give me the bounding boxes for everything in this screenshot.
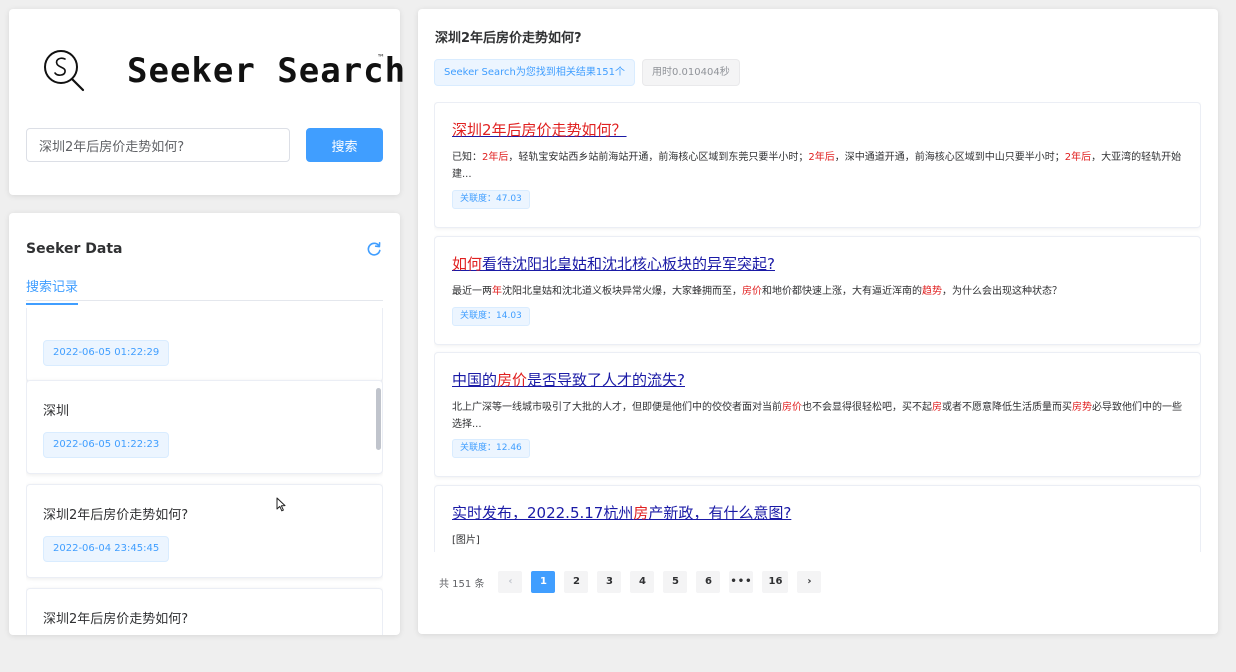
history-query: 深圳	[43, 404, 70, 419]
history-timestamp: 2022-06-04 23:45:45	[43, 536, 170, 562]
relevance-badge: 关联度：14.03	[452, 307, 530, 326]
page-button[interactable]: 6	[696, 571, 721, 593]
result-snippet: 最近一两年沈阳北皇姑和沈北道义板块异常火爆，大家蜂拥而至，房价和地价都快速上涨，…	[452, 286, 1062, 297]
query-title: 深圳2年后房价走势如何?	[435, 31, 582, 46]
logo-text: Seeker Search	[127, 51, 407, 91]
search-panel: Seeker Search ™ 搜索	[9, 9, 405, 195]
prev-page-button[interactable]: ‹	[498, 571, 523, 593]
tab-divider	[26, 300, 383, 301]
history-item[interactable]: 深圳2年后房价走势如何?	[26, 588, 383, 635]
history-timestamp: 2022-06-05 01:22:23	[43, 432, 170, 458]
result-item: 实时发布，2022.5.17杭州房产新政，有什么意图? [图片]	[434, 485, 1201, 552]
history-item[interactable]: 2022-06-05 01:22:29	[26, 308, 383, 382]
result-title-link[interactable]: 深圳2年后房价走势如何？	[452, 119, 627, 140]
history-timestamp: 2022-06-05 01:22:29	[43, 340, 170, 366]
history-query: 深圳2年后房价走势如何?	[43, 612, 189, 627]
mouse-cursor-icon	[276, 497, 286, 512]
results-panel: 深圳2年后房价走势如何? Seeker Search为您找到相关结果151个 用…	[418, 9, 1218, 634]
history-list[interactable]: 2022-06-05 01:22:29 深圳 2022-06-05 01:22:…	[26, 308, 383, 635]
refresh-icon[interactable]	[366, 241, 382, 257]
search-button[interactable]: 搜索	[306, 128, 383, 162]
panel-title: Seeker Data	[26, 241, 123, 257]
results-list[interactable]: 深圳2年后房价走势如何？ 已知：2年后，轻轨宝安站西乡站前海站开通，前海核心区域…	[434, 102, 1201, 552]
history-query: 深圳2年后房价走势如何?	[43, 508, 189, 523]
next-page-button[interactable]: ›	[797, 571, 822, 593]
result-item: 深圳2年后房价走势如何？ 已知：2年后，轻轨宝安站西乡站前海站开通，前海核心区域…	[434, 102, 1201, 228]
logo-trademark: ™	[377, 53, 385, 62]
scrollbar-thumb[interactable]	[376, 388, 381, 450]
page-button[interactable]: 5	[663, 571, 688, 593]
results-count-badge: Seeker Search为您找到相关结果151个	[434, 59, 635, 86]
history-item[interactable]: 深圳2年后房价走势如何? 2022-06-04 23:45:45	[26, 484, 383, 578]
page-button[interactable]: 1	[531, 571, 556, 593]
result-item: 中国的房价是否导致了人才的流失? 北上广深等一线城市吸引了大批的人才，但即便是他…	[434, 352, 1201, 477]
relevance-badge: 关联度：12.46	[452, 439, 530, 458]
page-button[interactable]: 16	[762, 571, 789, 593]
result-snippet: 已知：2年后，轻轨宝安站西乡站前海站开通，前海核心区域到东莞只要半小时；2年后，…	[452, 152, 1182, 180]
result-title-link[interactable]: 中国的房价是否导致了人才的流失?	[452, 369, 685, 390]
page-button[interactable]: 3	[597, 571, 622, 593]
history-item[interactable]: 深圳 2022-06-05 01:22:23	[26, 380, 383, 474]
more-pages-button[interactable]: •••	[729, 571, 754, 593]
result-snippet: 北上广深等一线城市吸引了大批的人才，但即便是他们中的佼佼者面对当前房价也不会显得…	[452, 402, 1182, 430]
page-button[interactable]: 4	[630, 571, 655, 593]
search-input[interactable]	[26, 128, 290, 162]
seeker-data-panel: Seeker Data 搜索记录 2022-06-05 01:22:29 深圳 …	[9, 213, 400, 635]
total-count-label: 共 151 条	[439, 578, 485, 590]
page-button[interactable]: 2	[564, 571, 589, 593]
pagination: 共 151 条 ‹ 1 2 3 4 5 6 ••• 16 ›	[439, 571, 830, 593]
result-snippet: [图片]	[452, 535, 480, 546]
result-title-link[interactable]: 如何看待沈阳北皇姑和沈北核心板块的异军突起?	[452, 253, 775, 274]
elapsed-time-badge: 用时0.010404秒	[642, 59, 740, 86]
relevance-badge: 关联度：47.03	[452, 190, 530, 209]
result-title-link[interactable]: 实时发布，2022.5.17杭州房产新政，有什么意图?	[452, 502, 791, 523]
magnifier-logo-icon	[44, 50, 85, 92]
result-item: 如何看待沈阳北皇姑和沈北核心板块的异军突起? 最近一两年沈阳北皇姑和沈北道义板块…	[434, 236, 1201, 345]
